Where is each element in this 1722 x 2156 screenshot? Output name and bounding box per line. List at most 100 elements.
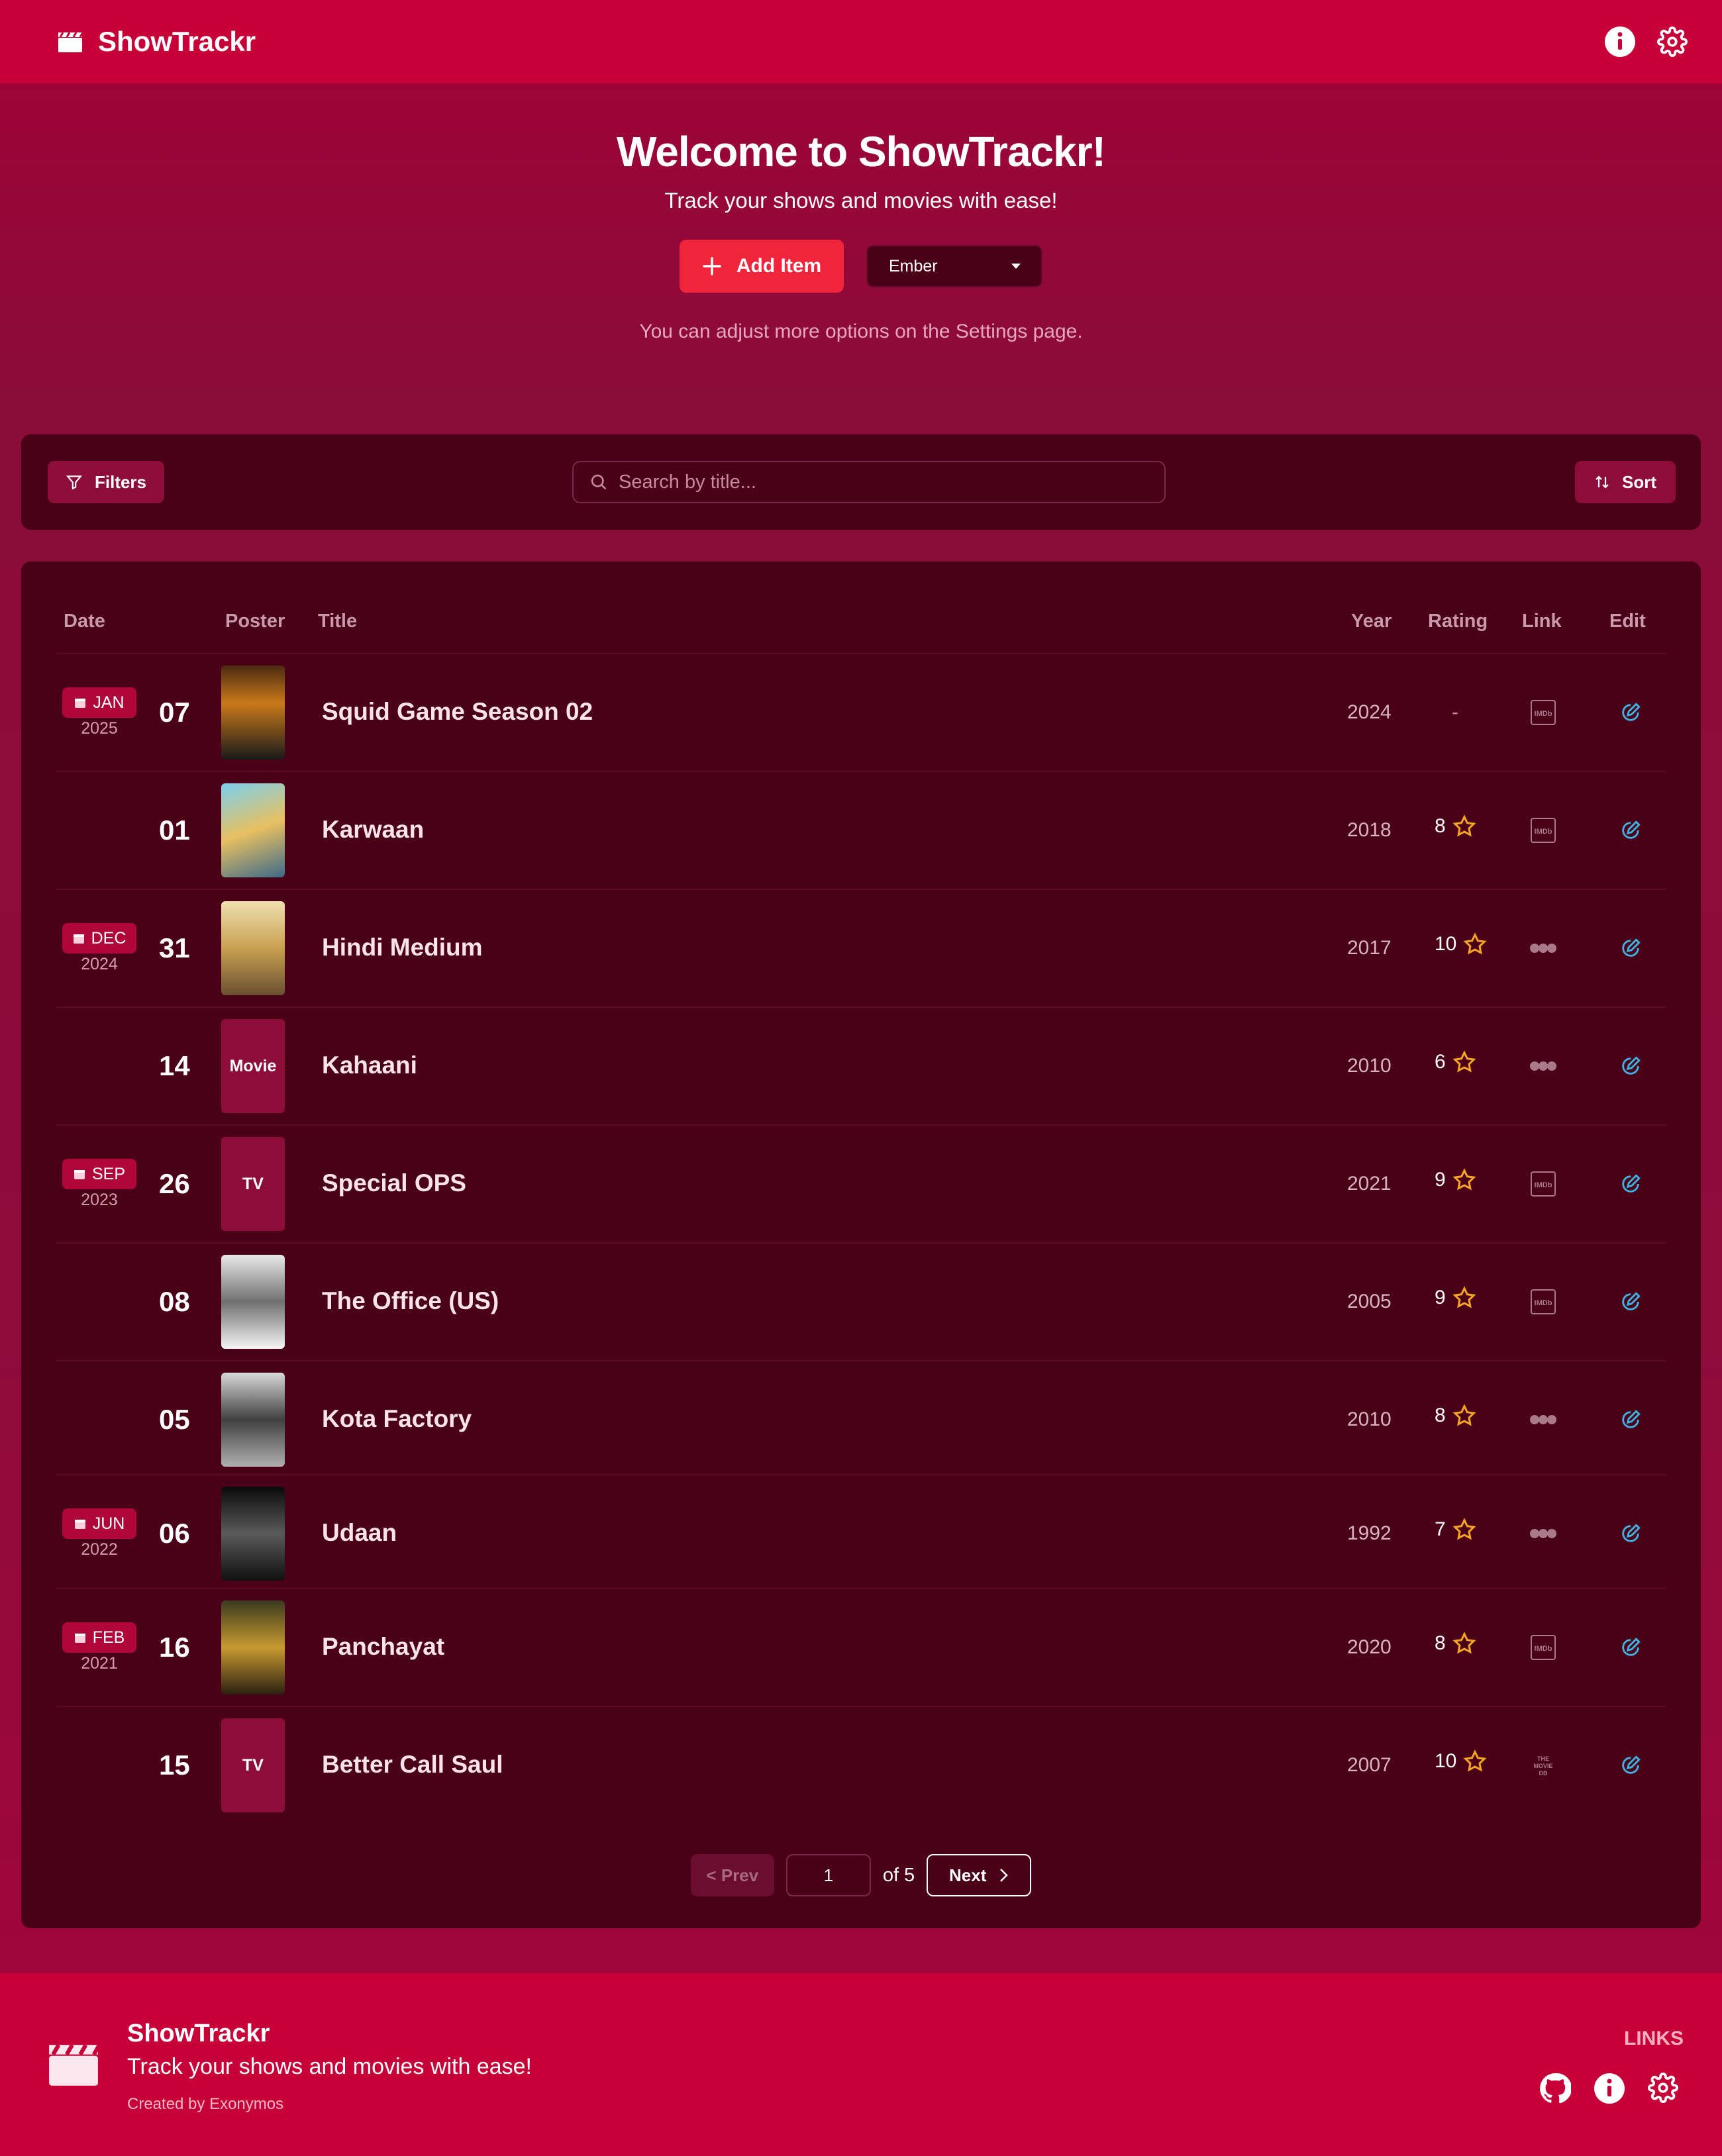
item-title[interactable]: Udaan — [322, 1519, 397, 1547]
imdb-icon[interactable]: IMDb — [1529, 698, 1558, 727]
sort-arrows-icon — [1595, 475, 1609, 489]
header-poster: Poster — [225, 611, 285, 632]
svg-text:IMDb: IMDb — [1535, 710, 1552, 718]
year-group-label: 2023 — [81, 1191, 118, 1209]
edit-button[interactable] — [1616, 1052, 1645, 1081]
info-icon[interactable] — [1604, 26, 1636, 58]
table-row[interactable]: FEB 2021 16 Panchayat 2020 8 IMDb — [56, 1588, 1666, 1706]
info-icon[interactable] — [1594, 2073, 1625, 2104]
edit-button[interactable] — [1616, 1519, 1645, 1548]
table-row[interactable]: 14 Movie Kahaani 2010 6 — [56, 1006, 1666, 1124]
rating-value: 10 — [1435, 933, 1457, 955]
settings-hint: You can adjust more options on the Setti… — [639, 320, 1083, 342]
star-icon — [1452, 1050, 1476, 1073]
next-page-button[interactable]: Next — [927, 1854, 1032, 1896]
header-year[interactable]: Year — [1351, 611, 1392, 632]
poster-image[interactable]: Movie — [221, 1019, 285, 1113]
clapperboard-icon — [49, 2043, 101, 2086]
poster-image[interactable] — [221, 1487, 285, 1581]
item-title[interactable]: Kahaani — [322, 1052, 417, 1079]
imdb-icon[interactable]: IMDb — [1529, 816, 1558, 845]
add-item-button[interactable]: Add Item — [680, 240, 844, 293]
table-row[interactable]: JUN 2022 06 Udaan 1992 7 — [56, 1474, 1666, 1592]
header-rating[interactable]: Rating — [1428, 611, 1488, 632]
table-row[interactable]: JAN 2025 07 Squid Game Season 02 2024 - IMDb — [56, 653, 1666, 771]
item-rating: 6 — [1435, 1050, 1476, 1074]
calendar-icon — [74, 1520, 85, 1529]
header-link: Link — [1522, 611, 1562, 632]
imdb-icon[interactable]: IMDb — [1529, 1169, 1558, 1199]
day-number: 01 — [159, 814, 190, 846]
edit-button[interactable] — [1616, 698, 1645, 727]
edit-button[interactable] — [1616, 1633, 1645, 1662]
poster-image[interactable] — [221, 1373, 285, 1467]
imdb-icon[interactable]: IMDb — [1529, 1287, 1558, 1316]
item-title[interactable]: Hindi Medium — [322, 934, 483, 961]
table-row[interactable]: SEP 2023 26 TV Special OPS 2021 9 IMDb — [56, 1124, 1666, 1242]
shows-table: Date Poster Title Year Rating Link Edit … — [21, 562, 1701, 1928]
page-number-input[interactable]: 1 — [785, 1854, 871, 1896]
month-badge: DEC — [62, 923, 136, 954]
rating-value: 6 — [1435, 1051, 1446, 1073]
table-row[interactable]: 08 The Office (US) 2005 9 IMDb — [56, 1242, 1666, 1360]
edit-button[interactable] — [1616, 1751, 1645, 1780]
poster-image[interactable]: TV — [221, 1718, 285, 1812]
poster-image[interactable] — [221, 1255, 285, 1349]
item-title[interactable]: Kota Factory — [322, 1405, 472, 1433]
poster-image[interactable] — [221, 665, 285, 760]
header-date[interactable]: Date — [64, 611, 105, 632]
settings-gear-icon[interactable] — [1657, 26, 1688, 57]
edit-button[interactable] — [1616, 816, 1645, 845]
month-badge: SEP — [62, 1159, 136, 1189]
tmdb-icon[interactable]: THE MOVIE DB — [1529, 1751, 1558, 1780]
theme-select[interactable]: Ember — [866, 245, 1042, 287]
header-title[interactable]: Title — [318, 611, 357, 632]
add-item-label: Add Item — [736, 255, 822, 277]
footer-credit[interactable]: Created by Exonymos — [127, 2095, 283, 2114]
month-label: FEB — [92, 1628, 125, 1647]
github-icon[interactable] — [1539, 2073, 1571, 2104]
imdb-icon[interactable]: IMDb — [1529, 1633, 1558, 1662]
star-icon — [1463, 1749, 1487, 1772]
letterboxd-icon[interactable] — [1529, 934, 1558, 963]
table-row[interactable]: DEC 2024 31 Hindi Medium 2017 10 — [56, 889, 1666, 1006]
poster-placeholder-label: Movie — [229, 1056, 277, 1075]
item-title[interactable]: Panchayat — [322, 1633, 444, 1661]
search-input[interactable] — [619, 471, 1135, 493]
edit-button[interactable] — [1616, 1169, 1645, 1199]
item-title[interactable]: Special OPS — [322, 1169, 466, 1197]
table-row[interactable]: 01 Karwaan 2018 8 IMDb — [56, 771, 1666, 889]
filters-label: Filters — [94, 471, 147, 492]
day-number: 08 — [159, 1286, 190, 1317]
footer: ShowTrackr Track your shows and movies w… — [0, 1973, 1722, 2156]
item-title[interactable]: Karwaan — [322, 816, 424, 844]
table-row[interactable]: 05 Kota Factory 2010 8 — [56, 1360, 1666, 1478]
item-rating: 7 — [1435, 1518, 1476, 1542]
letterboxd-icon[interactable] — [1529, 1405, 1558, 1434]
item-rating: 10 — [1435, 932, 1487, 956]
poster-image[interactable]: TV — [221, 1137, 285, 1231]
poster-image[interactable] — [221, 901, 285, 995]
star-icon — [1452, 1168, 1476, 1191]
table-row[interactable]: 15 TV Better Call Saul 2007 10 THE MOVIE DB — [56, 1706, 1666, 1824]
poster-image[interactable] — [221, 1600, 285, 1694]
letterboxd-icon[interactable] — [1529, 1519, 1558, 1548]
svg-text:DB: DB — [1539, 1770, 1548, 1777]
edit-button[interactable] — [1616, 1287, 1645, 1316]
item-rating: 9 — [1435, 1168, 1476, 1192]
brand[interactable]: ShowTrackr — [57, 26, 256, 58]
plus-icon — [703, 257, 721, 275]
filters-button[interactable]: Filters — [48, 461, 164, 503]
footer-app-name: ShowTrackr — [127, 2020, 270, 2047]
item-year: 2007 — [1347, 1754, 1392, 1776]
item-title[interactable]: The Office (US) — [322, 1287, 499, 1315]
letterboxd-icon[interactable] — [1529, 1052, 1558, 1081]
sort-button[interactable]: Sort — [1575, 461, 1676, 503]
settings-gear-icon[interactable] — [1648, 2073, 1678, 2103]
prev-page-button[interactable]: < Prev — [690, 1854, 774, 1896]
edit-button[interactable] — [1616, 1405, 1645, 1434]
item-title[interactable]: Better Call Saul — [322, 1751, 503, 1779]
poster-image[interactable] — [221, 783, 285, 877]
edit-button[interactable] — [1616, 934, 1645, 963]
item-title[interactable]: Squid Game Season 02 — [322, 698, 593, 726]
